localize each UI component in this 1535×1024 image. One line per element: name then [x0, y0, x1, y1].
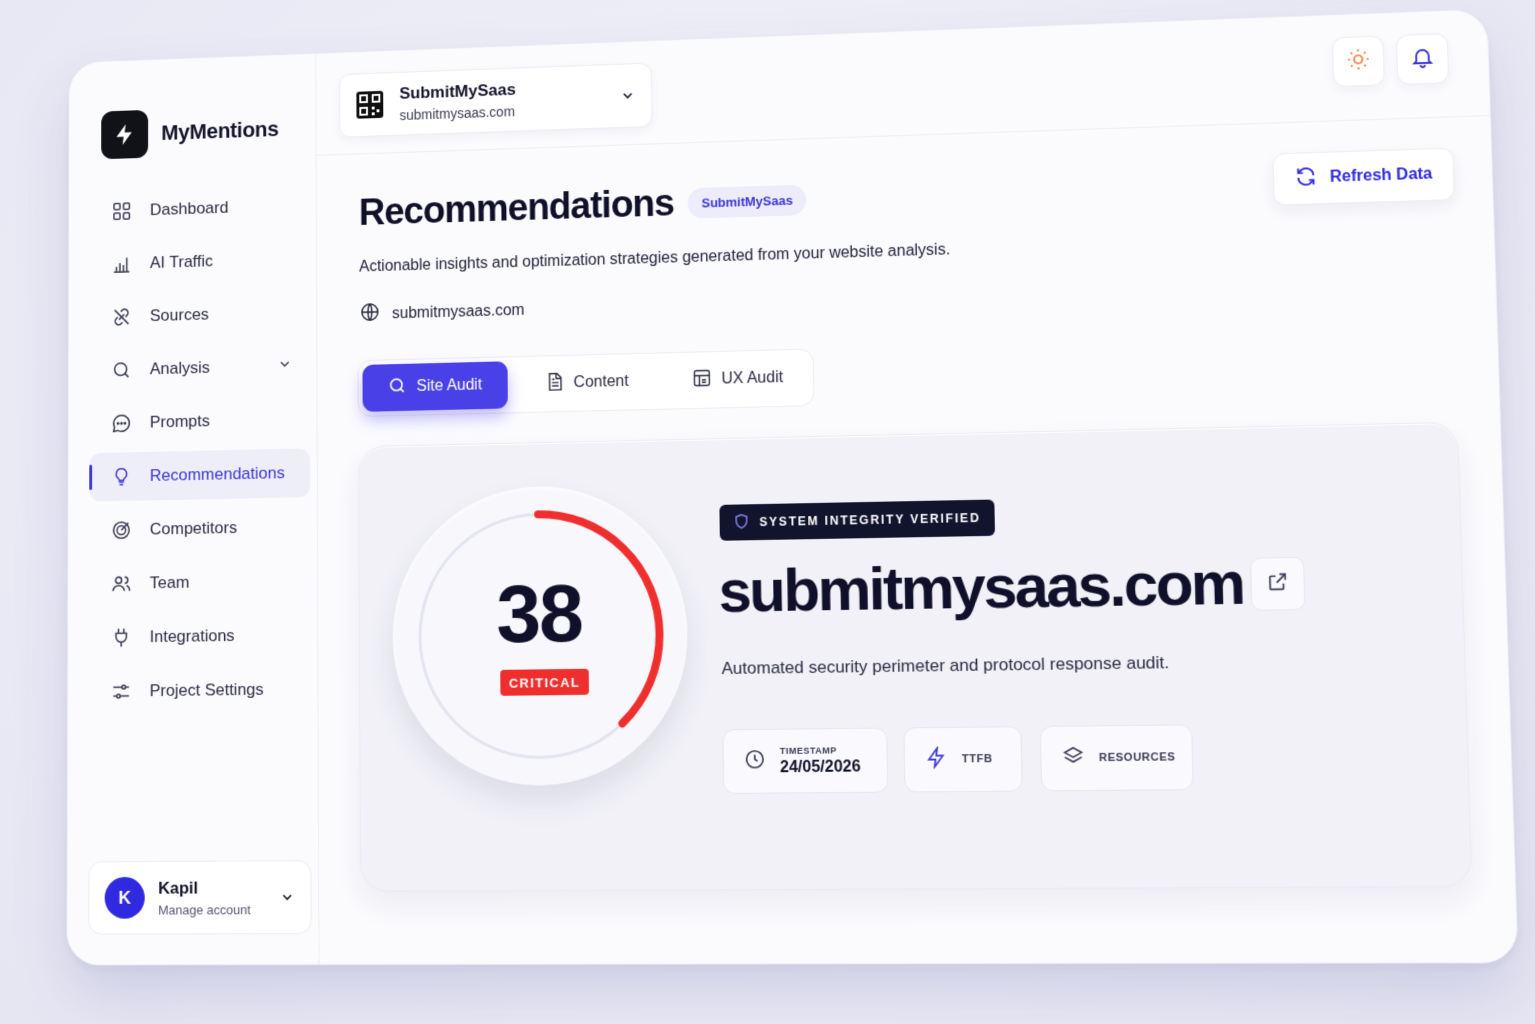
- chevron-down-icon[interactable]: [277, 356, 292, 377]
- sun-icon: [1346, 46, 1372, 76]
- ttfb-label: TTFB: [961, 752, 993, 766]
- search-icon: [388, 375, 407, 400]
- tab-ux-audit[interactable]: UX Audit: [666, 354, 810, 405]
- sidebar-item-label: Dashboard: [149, 198, 229, 219]
- avatar: K: [104, 876, 145, 919]
- globe-icon: [359, 301, 380, 328]
- account-menu[interactable]: K Kapil Manage account: [88, 860, 312, 935]
- audit-tabs: Site Audit Content UX Audit: [357, 348, 815, 417]
- page-title: Recommendations: [358, 182, 675, 234]
- sidebar-item-label: Prompts: [149, 411, 210, 432]
- sidebar-nav: Dashboard AI Traffic Sources Analysis Pr…: [89, 181, 311, 721]
- chevron-down-icon: [620, 87, 636, 108]
- refresh-label: Refresh Data: [1329, 165, 1433, 186]
- project-name: SubmitMySaas: [399, 80, 516, 103]
- refresh-icon: [1294, 165, 1317, 193]
- brand-name: MyMentions: [161, 116, 279, 145]
- project-logo-icon: [355, 90, 384, 120]
- document-icon: [544, 371, 564, 396]
- sidebar-item-label: AI Traffic: [149, 251, 214, 272]
- chevron-down-icon[interactable]: [279, 889, 295, 910]
- tab-label: UX Audit: [721, 369, 784, 388]
- main-content: Recommendations SubmitMySaas Actionable …: [317, 116, 1518, 964]
- sidebar-item-label: Team: [149, 572, 190, 593]
- sidebar-item-team[interactable]: Team: [89, 556, 310, 609]
- resources-label: RESOURCES: [1098, 751, 1176, 765]
- audited-domain: submitmysaas.com: [718, 548, 1245, 625]
- page-subtitle: Actionable insights and optimization str…: [359, 241, 951, 276]
- search-icon: [110, 358, 133, 382]
- verified-label: SYSTEM INTEGRITY VERIFIED: [759, 510, 981, 530]
- resources-metric: RESOURCES: [1039, 724, 1194, 792]
- brand[interactable]: MyMentions: [101, 105, 279, 160]
- link-icon: [110, 305, 133, 329]
- sidebar-item-label: Integrations: [149, 626, 235, 647]
- sidebar-item-project-settings[interactable]: Project Settings: [89, 664, 311, 716]
- clock-icon: [744, 748, 766, 775]
- notifications-button[interactable]: [1395, 33, 1450, 86]
- score-gauge: 38 CRITICAL: [391, 483, 690, 787]
- ttfb-metric: TTFB: [903, 726, 1023, 793]
- sidebar-item-competitors[interactable]: Competitors: [89, 502, 310, 555]
- site-url: submitmysaas.com: [391, 301, 525, 322]
- sidebar-item-label: Sources: [149, 304, 209, 325]
- site-url-row: submitmysaas.com: [359, 297, 525, 328]
- bar-chart-icon: [110, 252, 133, 276]
- tab-label: Site Audit: [416, 376, 483, 395]
- users-icon: [110, 572, 133, 596]
- tab-site-audit[interactable]: Site Audit: [362, 361, 508, 412]
- timestamp-value: 24/05/2026: [779, 757, 861, 776]
- lightning-icon: [925, 746, 948, 774]
- sidebar-item-label: Competitors: [149, 518, 238, 539]
- tab-content[interactable]: Content: [519, 358, 655, 409]
- plug-icon: [110, 626, 133, 650]
- audit-description: Automated security perimeter and protoco…: [721, 652, 1170, 679]
- external-link-icon: [1266, 570, 1290, 598]
- sidebar: MyMentions Dashboard AI Traffic Sources: [67, 53, 320, 965]
- sidebar-item-prompts[interactable]: Prompts: [89, 395, 310, 449]
- sidebar-item-integrations[interactable]: Integrations: [89, 610, 311, 662]
- tab-label: Content: [573, 372, 629, 392]
- sidebar-item-dashboard[interactable]: Dashboard: [90, 181, 309, 236]
- app-window: MyMentions Dashboard AI Traffic Sources: [66, 8, 1519, 966]
- refresh-data-button[interactable]: Refresh Data: [1272, 147, 1456, 206]
- timestamp-label: TIMESTAMP: [779, 744, 837, 756]
- account-name: Kapil: [158, 878, 199, 898]
- site-audit-card: 38 CRITICAL SYSTEM INTEGRITY VERIFIED su…: [358, 421, 1473, 892]
- manage-account-link[interactable]: Manage account: [158, 902, 250, 917]
- lightbulb-icon: [110, 465, 133, 489]
- sidebar-item-ai-traffic[interactable]: AI Traffic: [90, 234, 310, 289]
- open-site-button[interactable]: [1250, 556, 1306, 611]
- project-pill: SubmitMySaas: [687, 184, 807, 219]
- target-icon: [110, 518, 133, 542]
- timestamp-metric: TIMESTAMP 24/05/2026: [722, 727, 889, 794]
- sidebar-item-analysis[interactable]: Analysis: [89, 341, 309, 395]
- sidebar-item-sources[interactable]: Sources: [90, 288, 310, 342]
- chat-bubble-icon: [110, 411, 133, 435]
- grid-icon: [110, 199, 133, 223]
- layers-icon: [1062, 744, 1085, 772]
- bell-icon: [1410, 44, 1436, 74]
- shield-icon: [733, 513, 749, 532]
- project-selector[interactable]: SubmitMySaas submitmysaas.com: [339, 62, 653, 138]
- verified-badge: SYSTEM INTEGRITY VERIFIED: [719, 499, 996, 541]
- status-badge: CRITICAL: [500, 668, 589, 696]
- project-url: submitmysaas.com: [399, 103, 515, 124]
- theme-toggle-button[interactable]: [1331, 35, 1385, 88]
- sidebar-item-label: Project Settings: [149, 679, 264, 701]
- sidebar-item-label: Recommendations: [149, 463, 285, 485]
- sidebar-item-recommendations[interactable]: Recommendations: [89, 448, 311, 502]
- sidebar-item-label: Analysis: [149, 358, 210, 379]
- layout-icon: [692, 367, 712, 392]
- score-value: 38: [495, 568, 583, 660]
- lightning-logo-icon: [101, 109, 149, 160]
- sliders-icon: [110, 680, 133, 704]
